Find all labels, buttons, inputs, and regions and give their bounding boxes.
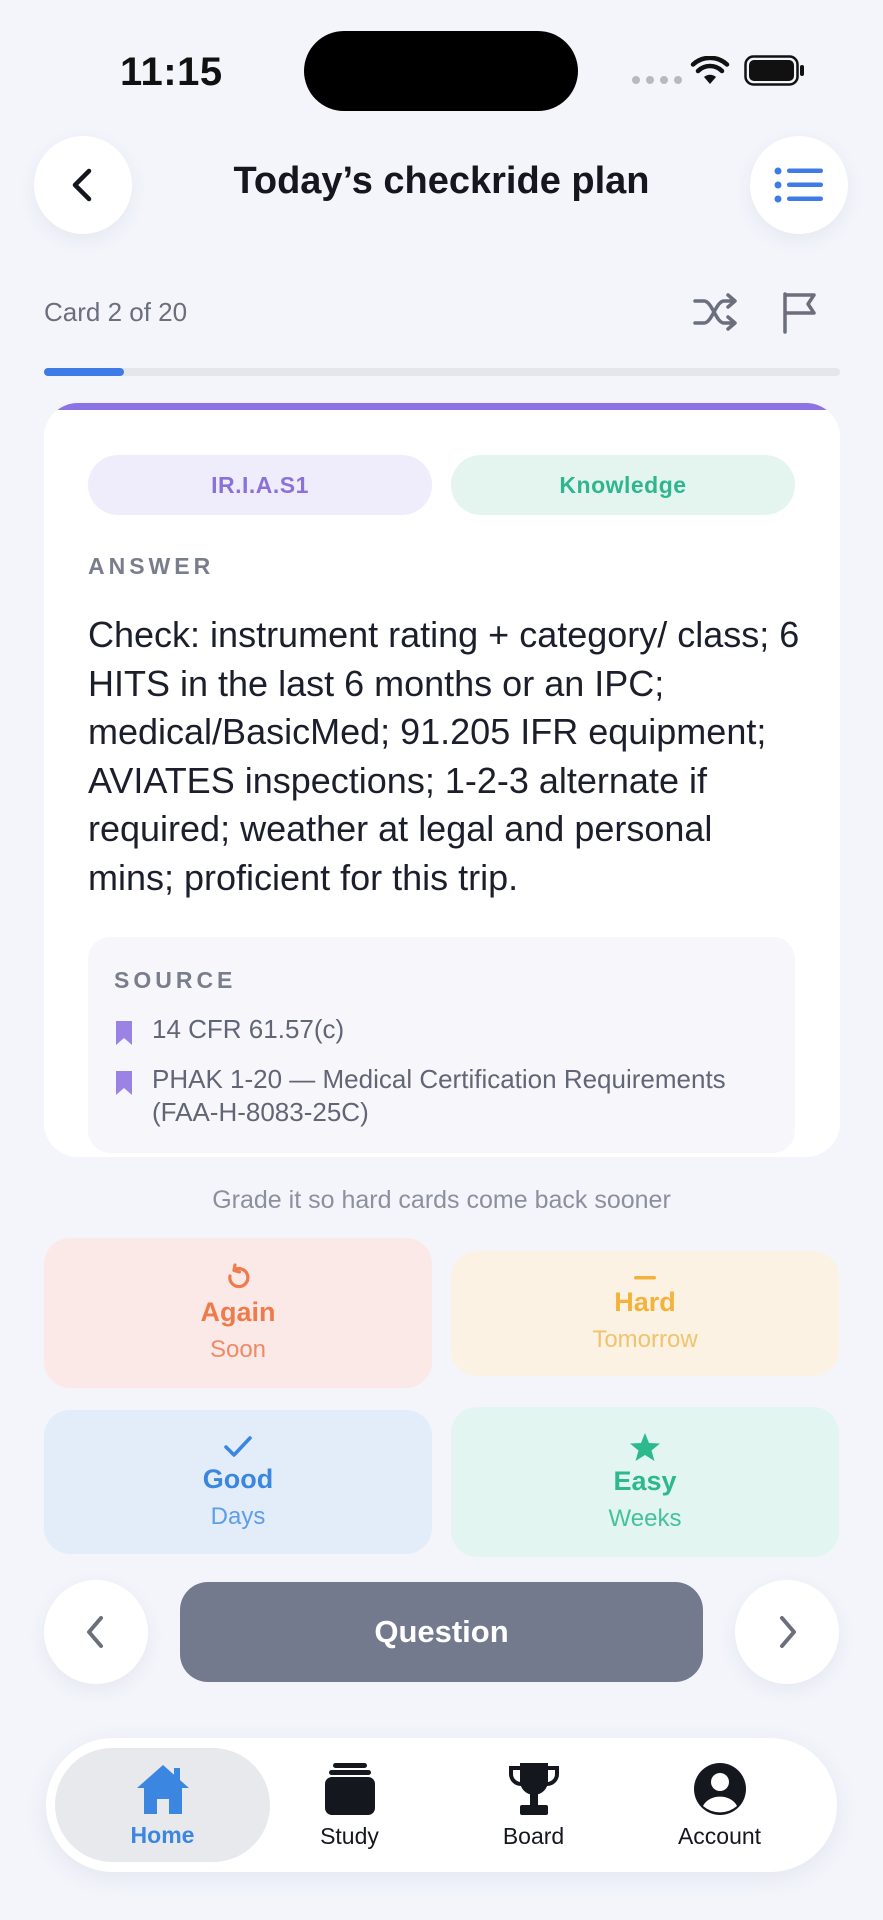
account-icon — [693, 1762, 746, 1815]
bookmark-icon — [116, 1021, 132, 1045]
trophy-icon — [508, 1762, 559, 1815]
source-text: 14 CFR 61.57(c) — [152, 1014, 345, 1044]
card-list-button[interactable] — [750, 136, 848, 234]
chevron-left-icon — [87, 1616, 103, 1648]
grade-hint: Grade it so hard cards come back sooner — [212, 1186, 671, 1214]
answer-text: Check: instrument rating + category/ cla… — [88, 614, 800, 898]
battery-icon — [744, 55, 804, 86]
answer-label: ANSWER — [88, 553, 215, 579]
grade-label: Easy — [613, 1465, 677, 1496]
flashcard[interactable]: IR.I.A.S1 Knowledge ANSWER Check: instru… — [44, 403, 840, 1157]
cellular-signal-icon — [632, 76, 682, 84]
grade-label: Again — [200, 1296, 276, 1327]
check-icon — [224, 1435, 252, 1457]
tab-bar: Home Study Board Account — [46, 1738, 837, 1872]
grade-interval: Soon — [209, 1335, 267, 1363]
grade-easy-button[interactable]: Easy Weeks — [451, 1407, 839, 1557]
progress-bar — [44, 368, 840, 376]
tab-board[interactable]: Board — [426, 1748, 641, 1862]
progress-fill — [44, 368, 124, 376]
tab-label: Study — [320, 1822, 379, 1849]
tag-task-code: IR.I.A.S1 — [88, 455, 432, 515]
chevron-left-icon — [72, 168, 92, 202]
page-title: Today’s checkride plan — [233, 160, 650, 202]
bookmark-icon — [116, 1071, 132, 1095]
next-card-button[interactable] — [735, 1580, 839, 1684]
back-button[interactable] — [34, 136, 132, 234]
grade-interval: Days — [210, 1502, 266, 1530]
source-item: PHAK 1-20 — Medical Certification Requir… — [114, 1063, 782, 1129]
flip-to-question-button[interactable]: Question — [180, 1582, 703, 1682]
tab-account[interactable]: Account — [612, 1748, 827, 1862]
retry-icon — [228, 1262, 250, 1288]
chevron-right-icon — [780, 1616, 796, 1648]
shuffle-icon[interactable] — [692, 292, 740, 332]
flag-icon[interactable] — [780, 290, 820, 334]
card-counter: Card 2 of 20 — [44, 297, 188, 327]
tab-label: Account — [677, 1822, 762, 1849]
grade-interval: Tomorrow — [592, 1326, 698, 1353]
list-icon — [774, 167, 823, 203]
previous-card-button[interactable] — [44, 1580, 148, 1684]
tag-card-type: Knowledge — [451, 455, 795, 515]
grade-again-button[interactable]: Again Soon — [44, 1238, 432, 1388]
grade-hard-button[interactable]: Hard Tomorrow — [451, 1251, 839, 1376]
card-accent-bar — [44, 403, 840, 410]
wifi-icon — [690, 56, 730, 84]
source-box: SOURCE 14 CFR 61.57(c) PHAK 1-20 — Medic… — [88, 937, 795, 1153]
grade-interval: Weeks — [608, 1504, 682, 1532]
grade-label: Good — [202, 1463, 274, 1494]
tab-label: Home — [130, 1821, 195, 1848]
tab-home[interactable]: Home — [55, 1748, 270, 1862]
tab-study[interactable]: Study — [242, 1748, 457, 1862]
tab-label: Board — [502, 1822, 565, 1849]
dynamic-island — [304, 31, 578, 111]
source-label: SOURCE — [114, 967, 237, 993]
dash-icon — [634, 1276, 656, 1280]
home-icon — [136, 1764, 189, 1814]
source-text: PHAK 1-20 — Medical Certification Requir… — [152, 1064, 726, 1127]
grade-good-button[interactable]: Good Days — [44, 1410, 432, 1554]
source-item: 14 CFR 61.57(c) — [114, 1013, 782, 1047]
star-icon — [630, 1432, 660, 1461]
status-time: 11:15 — [120, 50, 223, 94]
study-icon — [324, 1762, 375, 1815]
grade-label: Hard — [614, 1287, 676, 1317]
